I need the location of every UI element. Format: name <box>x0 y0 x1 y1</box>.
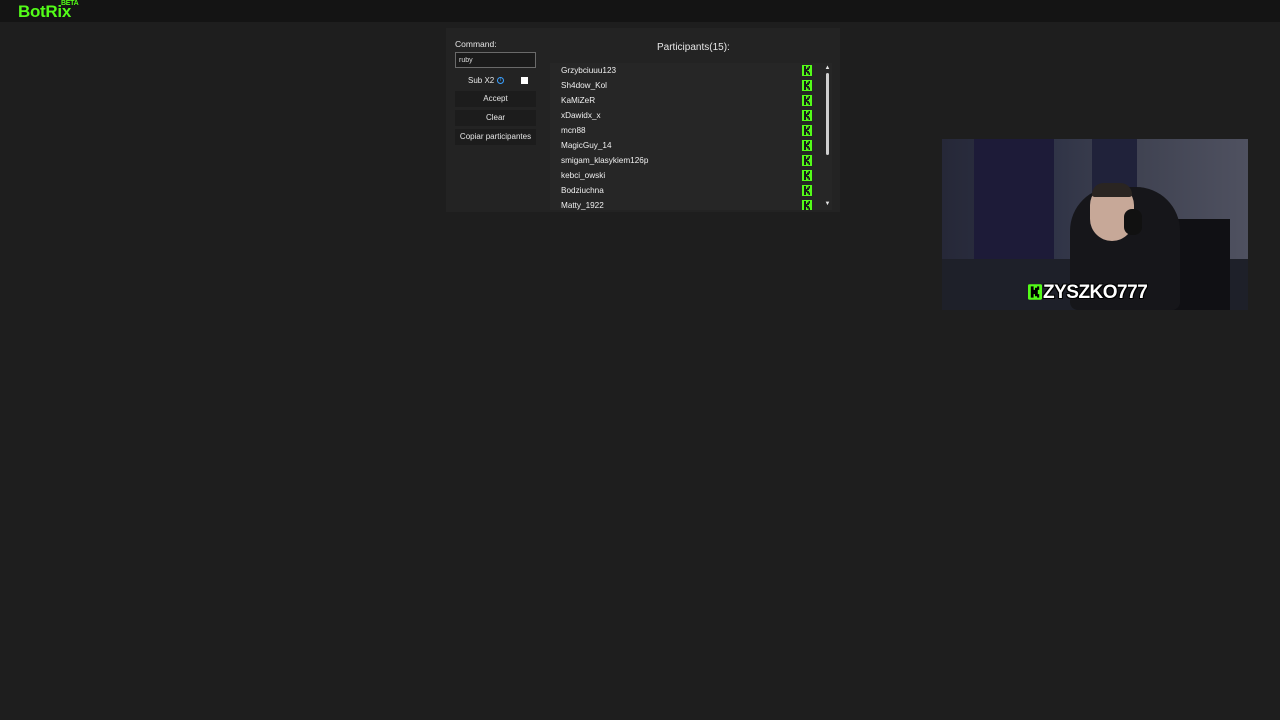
webcam-name-text: ZYSZKO777 <box>1043 282 1148 303</box>
kick-icon <box>802 155 812 166</box>
participants-title: Participants(15): <box>657 42 730 53</box>
participant-name: KaMiZeR <box>561 96 596 105</box>
participant-row[interactable]: Grzybciuuu123 <box>550 63 832 78</box>
participant-name: Matty_1922 <box>561 201 604 210</box>
kick-icon <box>802 170 812 181</box>
participant-row[interactable]: Matty_1922 <box>550 198 832 210</box>
participant-name: Grzybciuuu123 <box>561 66 617 75</box>
kick-icon <box>802 65 812 76</box>
participants-scrollbar[interactable]: ▲ ▼ <box>824 65 831 210</box>
sub-x2-label: Sub X2 <box>468 76 495 85</box>
scroll-up-arrow-icon[interactable]: ▲ <box>824 65 831 71</box>
accept-button[interactable]: Accept <box>455 91 536 107</box>
kick-icon <box>802 200 812 210</box>
beta-badge: BETA <box>61 0 79 7</box>
participant-row[interactable]: xDawidx_x <box>550 108 832 123</box>
kick-icon <box>802 110 812 121</box>
kick-icon <box>802 185 812 196</box>
clear-button[interactable]: Clear <box>455 110 536 126</box>
participant-name: Sh4dow_Kol <box>561 81 607 90</box>
participant-row[interactable]: smigam_klasykiem126p <box>550 153 832 168</box>
top-bar: BotRix BETA <box>0 0 1280 22</box>
participant-row[interactable]: Bodziuchna <box>550 183 832 198</box>
kick-icon <box>802 140 812 151</box>
kick-icon <box>802 95 812 106</box>
participant-row[interactable]: MagicGuy_14 <box>550 138 832 153</box>
participant-name: mcn88 <box>561 126 586 135</box>
participant-name: xDawidx_x <box>561 111 601 120</box>
botrix-logo[interactable]: BotRix BETA <box>18 0 79 22</box>
webcam-curtain <box>974 139 1054 259</box>
command-input[interactable] <box>455 52 536 68</box>
sub-x2-checkbox[interactable] <box>521 77 528 84</box>
info-icon[interactable]: i <box>497 77 504 84</box>
participant-name: Bodziuchna <box>561 186 604 195</box>
participant-row[interactable]: mcn88 <box>550 123 832 138</box>
participant-row[interactable]: kebci_owski <box>550 168 832 183</box>
webcam-name-overlay: ZYSZKO777 <box>1028 282 1148 304</box>
controls-column: Command: Sub X2 i Accept Clear Copiar pa… <box>455 39 536 145</box>
copy-participants-button[interactable]: Copiar participantes <box>455 129 536 145</box>
kick-icon <box>802 80 812 91</box>
sub-x2-row: Sub X2 i <box>455 73 536 89</box>
scroll-down-arrow-icon[interactable]: ▼ <box>824 201 831 207</box>
participant-row[interactable]: KaMiZeR <box>550 93 832 108</box>
participant-name: MagicGuy_14 <box>561 141 612 150</box>
scroll-thumb[interactable] <box>826 73 829 155</box>
participant-name: smigam_klasykiem126p <box>561 156 649 165</box>
webcam-hair <box>1092 183 1132 197</box>
participants-list[interactable]: Grzybciuuu123 Sh4dow_Kol KaMiZeR xDawidx_xm… <box>550 63 832 210</box>
giveaway-panel: Command: Sub X2 i Accept Clear Copiar pa… <box>446 28 840 212</box>
webcam-overlay: ZYSZKO777 <box>942 139 1248 310</box>
command-label: Command: <box>455 39 497 49</box>
participant-name: kebci_owski <box>561 171 606 180</box>
kick-icon <box>802 125 812 136</box>
participant-row[interactable]: Sh4dow_Kol <box>550 78 832 93</box>
webcam-headset <box>1124 209 1142 235</box>
